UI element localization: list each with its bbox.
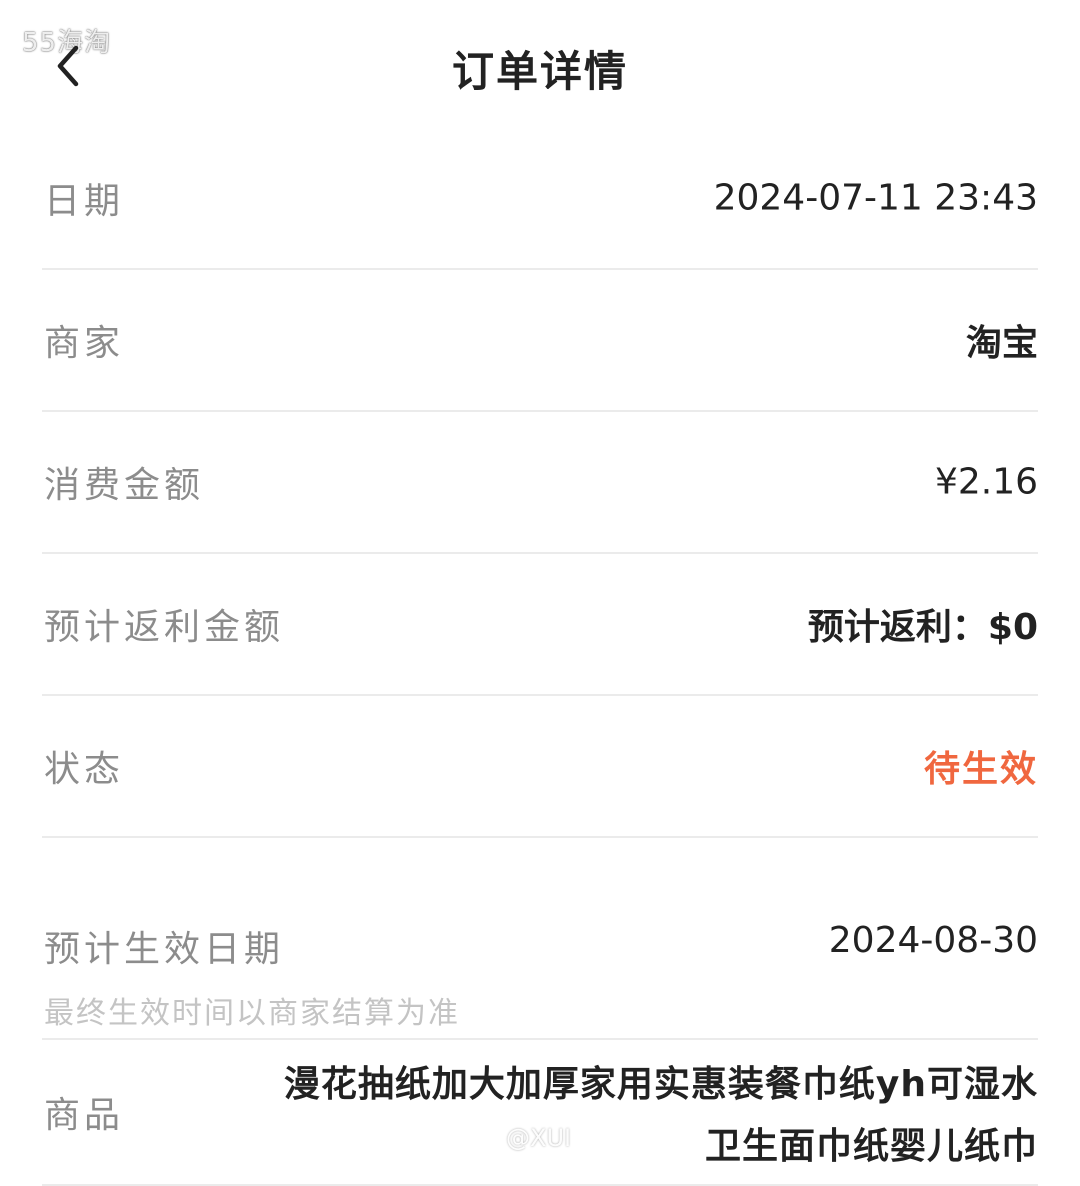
- merchant-value: 淘宝: [965, 323, 1038, 364]
- rebate-value: 预计返利：$0: [807, 607, 1038, 648]
- product-name: 漫花抽纸加大加厚家用实惠装餐巾纸yh可湿水 卫生面巾纸婴儿纸巾: [178, 1054, 1038, 1178]
- amount-label: 消费金额: [44, 465, 205, 506]
- status-label: 状态: [44, 749, 125, 790]
- product-name-line-2: 卫生面巾纸婴儿纸巾: [704, 1126, 1038, 1167]
- product-label: 商品: [44, 1095, 125, 1136]
- row-rebate: 预计返利金额 预计返利：$0: [42, 554, 1038, 696]
- effective-date-value: 2024-08-30: [828, 920, 1038, 961]
- amount-value: ¥2.16: [934, 461, 1038, 503]
- order-detail-list: 日期 2024-07-11 23:43 商家 淘宝 消费金额 ¥2.16 预计返…: [42, 128, 1038, 1186]
- row-amount: 消费金额 ¥2.16: [42, 412, 1038, 554]
- row-status: 状态 待生效: [42, 696, 1038, 838]
- status-badge: 待生效: [923, 749, 1038, 790]
- effective-date-note: 最终生效时间以商家结算为准: [44, 996, 460, 1031]
- header: 订单详情: [0, 0, 1080, 130]
- row-merchant: 商家 淘宝: [42, 270, 1038, 412]
- row-product: 商品 漫花抽纸加大加厚家用实惠装餐巾纸yh可湿水 卫生面巾纸婴儿纸巾: [42, 1040, 1038, 1186]
- product-name-line-1: 漫花抽纸加大加厚家用实惠装餐巾纸yh可湿水: [283, 1064, 1038, 1105]
- effective-date-label: 预计生效日期: [44, 929, 285, 970]
- merchant-label: 商家: [44, 323, 125, 364]
- watermark-bottom: @XUI: [506, 1124, 572, 1152]
- row-effective-date: 预计生效日期 2024-08-30 最终生效时间以商家结算为准: [42, 838, 1038, 1040]
- row-date: 日期 2024-07-11 23:43: [42, 128, 1038, 270]
- date-value: 2024-07-11 23:43: [713, 177, 1038, 219]
- date-label: 日期: [44, 181, 125, 222]
- rebate-label: 预计返利金额: [44, 607, 285, 648]
- page-title: 订单详情: [451, 47, 628, 96]
